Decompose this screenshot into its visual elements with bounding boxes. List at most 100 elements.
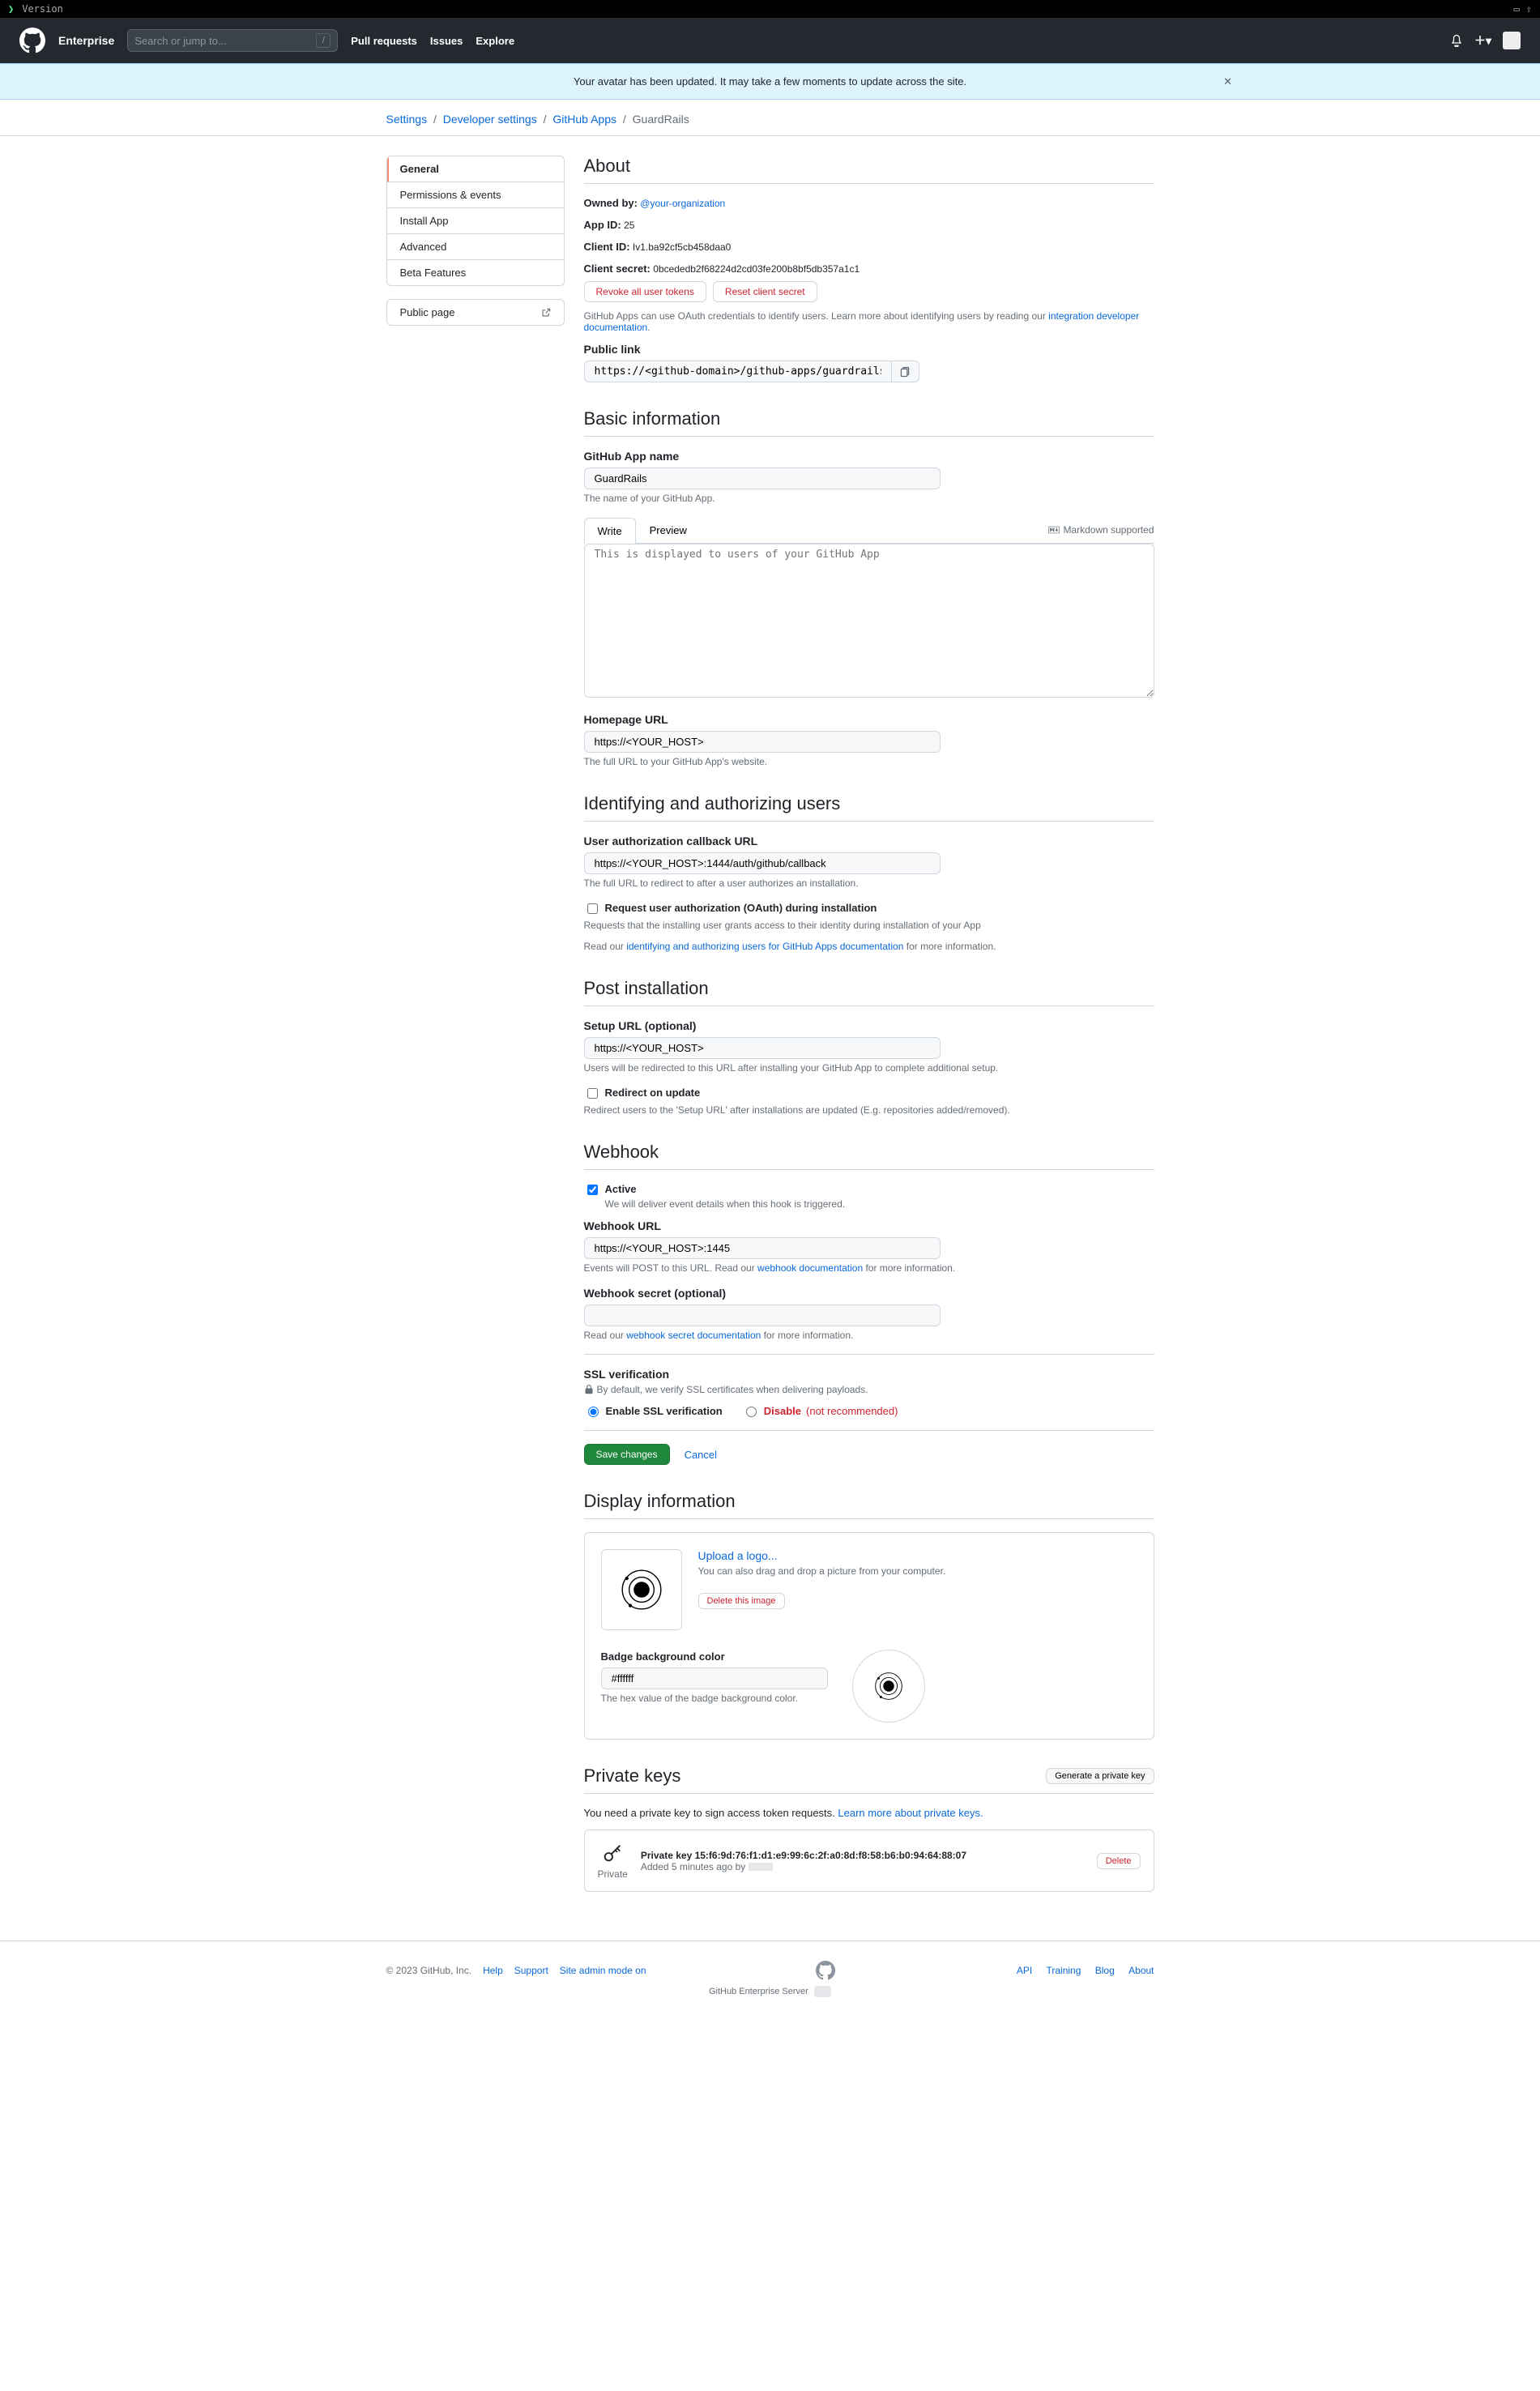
terminal-rocket-icon: ⇪	[1526, 3, 1532, 15]
webhook-active-label[interactable]: Active	[605, 1183, 637, 1195]
badge-color-note: The hex value of the badge background co…	[601, 1693, 828, 1704]
upload-logo-link[interactable]: Upload a logo...	[698, 1549, 778, 1562]
sidenav-permissions[interactable]: Permissions & events	[387, 182, 564, 208]
callback-input[interactable]	[584, 852, 941, 874]
post-install-heading: Post installation	[584, 978, 1154, 1006]
footer-help[interactable]: Help	[483, 1965, 503, 1976]
ssl-disable-hint: (not recommended)	[806, 1405, 898, 1417]
callback-label: User authorization callback URL	[584, 835, 758, 848]
badge-color-input[interactable]	[601, 1667, 828, 1689]
request-oauth-checkbox[interactable]	[587, 903, 598, 914]
footer-blog[interactable]: Blog	[1095, 1965, 1115, 1976]
logo-preview	[601, 1549, 682, 1630]
homepage-note: The full URL to your GitHub App's websit…	[584, 756, 1154, 767]
app-name-input[interactable]	[584, 468, 941, 489]
webhook-secret-input[interactable]	[584, 1304, 941, 1326]
description-tabnav: Write Preview Markdown supported	[584, 517, 1154, 544]
brand-label[interactable]: Enterprise	[58, 34, 114, 47]
badge-preview	[852, 1650, 925, 1723]
webhook-active-checkbox[interactable]	[587, 1185, 598, 1195]
sidenav-general: General	[387, 156, 564, 182]
clipboard-icon	[899, 366, 911, 378]
save-button[interactable]: Save changes	[584, 1444, 670, 1465]
crumb-dev-settings[interactable]: Developer settings	[443, 113, 537, 126]
sidenav-public-label: Public page	[400, 306, 455, 318]
search-input[interactable]: Search or jump to... /	[127, 29, 338, 52]
github-logo-icon[interactable]	[19, 28, 45, 53]
main-content: About Owned by: @your-organization App I…	[584, 156, 1154, 1892]
key-icon	[601, 1842, 624, 1864]
crumb-settings[interactable]: Settings	[386, 113, 428, 126]
delete-key-button[interactable]: Delete	[1097, 1853, 1141, 1869]
github-footer-icon[interactable]	[816, 1961, 835, 1980]
webhook-url-note1: Events will POST to this URL. Read our	[584, 1262, 758, 1274]
private-key-row: Private Private key 15:f6:9d:76:f1:d1:e9…	[585, 1830, 1154, 1891]
sidenav-beta[interactable]: Beta Features	[387, 260, 564, 285]
ssl-note: By default, we verify SSL certificates w…	[597, 1384, 868, 1395]
public-link-label: Public link	[584, 343, 641, 356]
site-footer: © 2023 GitHub, Inc. Help Support Site ad…	[373, 1961, 1167, 1980]
nav-pull-requests[interactable]: Pull requests	[351, 35, 417, 47]
generate-key-button[interactable]: Generate a private key	[1046, 1768, 1154, 1784]
app-logo-icon	[613, 1561, 670, 1618]
ghe-version: GitHub Enterprise Server	[0, 1987, 1540, 1996]
description-textarea[interactable]	[584, 544, 1154, 698]
identify-doc-link[interactable]: identifying and authorizing users for Gi…	[626, 941, 903, 952]
footer-support[interactable]: Support	[514, 1965, 548, 1976]
ssl-disable-radio[interactable]	[746, 1407, 757, 1417]
webhook-url-input[interactable]	[584, 1237, 941, 1259]
display-info-box: Upload a logo... You can also drag and d…	[584, 1532, 1154, 1740]
markdown-icon	[1048, 525, 1060, 535]
footer-admin[interactable]: Site admin mode on	[560, 1965, 646, 1976]
callback-note: The full URL to redirect to after a user…	[584, 877, 1154, 889]
primary-nav: Pull requests Issues Explore	[351, 35, 514, 47]
reset-secret-button[interactable]: Reset client secret	[713, 281, 817, 302]
delete-logo-button[interactable]: Delete this image	[698, 1593, 785, 1609]
private-key-need-note: You need a private key to sign access to…	[584, 1807, 838, 1819]
side-nav: General Permissions & events Install App…	[386, 156, 565, 1892]
sidenav-public-page[interactable]: Public page	[387, 300, 564, 325]
create-menu[interactable]: ＋▾	[1474, 32, 1491, 49]
private-key-learn-link[interactable]: Learn more about private keys.	[838, 1807, 983, 1819]
footer-training[interactable]: Training	[1047, 1965, 1081, 1976]
request-oauth-label[interactable]: Request user authorization (OAuth) durin…	[605, 902, 877, 914]
badge-color-label: Badge background color	[601, 1650, 725, 1663]
homepage-input[interactable]	[584, 731, 941, 753]
drag-drop-note: You can also drag and drop a picture fro…	[698, 1565, 946, 1577]
redirect-update-label[interactable]: Redirect on update	[605, 1087, 701, 1099]
tab-write[interactable]: Write	[584, 518, 636, 544]
ssl-heading: SSL verification	[584, 1368, 1154, 1381]
redirect-update-checkbox[interactable]	[587, 1088, 598, 1099]
revoke-tokens-button[interactable]: Revoke all user tokens	[584, 281, 706, 302]
terminal-cmd: Version	[22, 3, 63, 15]
setup-url-input[interactable]	[584, 1037, 941, 1059]
footer-about[interactable]: About	[1128, 1965, 1154, 1976]
nav-issues[interactable]: Issues	[430, 35, 463, 47]
footer-api[interactable]: API	[1017, 1965, 1032, 1976]
copy-public-link-button[interactable]	[892, 361, 919, 382]
setup-url-label: Setup URL (optional)	[584, 1019, 697, 1032]
cancel-button[interactable]: Cancel	[676, 1444, 725, 1465]
notifications-icon[interactable]	[1450, 34, 1463, 47]
basic-info-heading: Basic information	[584, 408, 1154, 437]
webhook-secret-note2: for more information.	[761, 1330, 853, 1341]
lock-icon	[584, 1385, 594, 1394]
identify-heading: Identifying and authorizing users	[584, 793, 1154, 822]
flash-close-icon[interactable]: ✕	[1223, 75, 1232, 88]
public-link-input[interactable]	[584, 361, 892, 382]
tab-preview[interactable]: Preview	[636, 517, 701, 543]
external-link-icon	[541, 308, 551, 318]
markdown-hint: Markdown supported	[1048, 524, 1154, 536]
client-id-value: Iv1.ba92cf5cb458daa0	[633, 241, 731, 253]
nav-explore[interactable]: Explore	[476, 35, 514, 47]
crumb-github-apps[interactable]: GitHub Apps	[552, 113, 616, 126]
ssl-enable-radio[interactable]	[588, 1407, 599, 1417]
sidenav-advanced[interactable]: Advanced	[387, 234, 564, 260]
oauth-note: GitHub Apps can use OAuth credentials to…	[584, 310, 1154, 333]
sidenav-install[interactable]: Install App	[387, 208, 564, 234]
footer-copyright: © 2023 GitHub, Inc.	[386, 1965, 472, 1976]
user-avatar[interactable]	[1503, 32, 1521, 49]
webhook-secret-doc-link[interactable]: webhook secret documentation	[626, 1330, 761, 1341]
webhook-doc-link[interactable]: webhook documentation	[757, 1262, 863, 1274]
owner-link[interactable]: @your-organization	[640, 198, 725, 209]
